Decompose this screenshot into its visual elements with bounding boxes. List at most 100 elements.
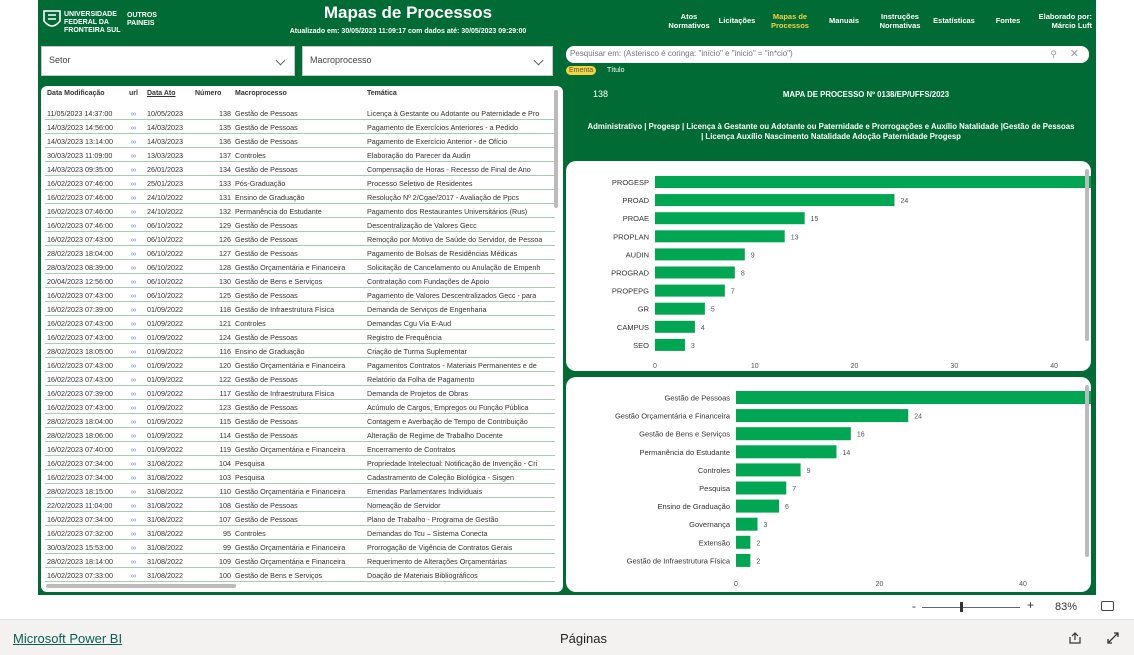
- bar[interactable]: [736, 409, 909, 423]
- bar[interactable]: [655, 248, 745, 261]
- bar[interactable]: [736, 499, 780, 513]
- share-icon[interactable]: [1068, 631, 1082, 645]
- bar[interactable]: [736, 481, 787, 495]
- nav-instrucoes-normativas[interactable]: Instruções Normativas: [876, 12, 924, 30]
- link-icon[interactable]: ∞: [131, 151, 145, 160]
- table-row[interactable]: 16/02/2023 07:34:00 ∞ 31/08/2022 107 Gestão …: [45, 512, 555, 526]
- chart-scrollbar[interactable]: [1085, 169, 1089, 341]
- bar[interactable]: [655, 266, 735, 279]
- table-row[interactable]: 16/02/2023 07:40:00 ∞ 01/09/2022 119 Gestão …: [45, 442, 555, 456]
- bar[interactable]: [655, 194, 895, 207]
- chart-scrollbar[interactable]: [1085, 385, 1089, 557]
- link-icon[interactable]: ∞: [131, 543, 145, 552]
- table-row[interactable]: 28/03/2023 08:39:00 ∞ 06/10/2022 128 Gestão …: [45, 260, 555, 274]
- close-icon[interactable]: ✕: [1070, 47, 1079, 60]
- link-icon[interactable]: ∞: [131, 431, 145, 440]
- link-icon[interactable]: ∞: [131, 333, 145, 342]
- bar[interactable]: [736, 463, 801, 477]
- link-icon[interactable]: ∞: [131, 375, 145, 384]
- bar[interactable]: [736, 391, 1091, 404]
- bar[interactable]: [655, 338, 685, 351]
- link-icon[interactable]: ∞: [131, 501, 145, 510]
- fit-to-page-icon[interactable]: [1101, 601, 1114, 611]
- bar[interactable]: [736, 553, 751, 567]
- ementa-toggle[interactable]: Ementa: [566, 66, 597, 75]
- table-row[interactable]: 20/04/2023 12:56:00 ∞ 06/10/2022 130 Gestão …: [45, 274, 555, 288]
- table-row[interactable]: 30/03/2023 15:53:00 ∞ 31/08/2022 99 Gestão O…: [45, 540, 555, 554]
- table-row[interactable]: 16/02/2023 07:46:00 ∞ 24/10/2022 132 Permanê…: [45, 204, 555, 218]
- col-header-numero[interactable]: Número: [195, 90, 221, 97]
- link-icon[interactable]: ∞: [131, 221, 145, 230]
- table-row[interactable]: 28/02/2023 18:06:00 ∞ 01/09/2022 114 Gestão …: [45, 428, 555, 442]
- table-row[interactable]: 16/02/2023 07:43:00 ∞ 01/09/2022 120 Gestão …: [45, 358, 555, 372]
- nav-licitacoes[interactable]: Licitações: [714, 16, 760, 25]
- bar[interactable]: [736, 445, 837, 459]
- link-icon[interactable]: ∞: [131, 529, 145, 538]
- link-icon[interactable]: ∞: [131, 417, 145, 426]
- table-row[interactable]: 14/03/2023 14:56:00 ∞ 14/03/2023 135 Gestão …: [45, 120, 555, 134]
- link-icon[interactable]: ∞: [131, 305, 145, 314]
- col-header-macroprocesso[interactable]: Macroprocesso: [235, 90, 287, 97]
- col-header-data-ato[interactable]: Data Ato: [147, 90, 176, 97]
- link-icon[interactable]: ∞: [131, 515, 145, 524]
- macroprocesso-dropdown[interactable]: Macroprocesso: [302, 46, 553, 76]
- link-icon[interactable]: ∞: [131, 277, 145, 286]
- nav-fontes[interactable]: Fontes: [990, 16, 1026, 25]
- table-row[interactable]: 11/05/2023 14:37:00 ∞ 10/05/2023 138 Gestão …: [45, 106, 555, 120]
- table-row[interactable]: 16/02/2023 07:43:00 ∞ 06/10/2022 126 Gestão …: [45, 232, 555, 246]
- link-icon[interactable]: ∞: [131, 123, 145, 132]
- vertical-scrollbar[interactable]: [554, 90, 558, 208]
- link-icon[interactable]: ∞: [131, 249, 145, 258]
- table-row[interactable]: 14/03/2023 09:35:00 ∞ 26/01/2023 134 Gestão …: [45, 162, 555, 176]
- powerbi-link[interactable]: Microsoft Power BI: [13, 631, 122, 646]
- link-icon[interactable]: ∞: [131, 193, 145, 202]
- link-icon[interactable]: ∞: [131, 473, 145, 482]
- link-icon[interactable]: ∞: [131, 445, 145, 454]
- link-icon[interactable]: ∞: [131, 459, 145, 468]
- table-row[interactable]: 28/02/2023 18:04:00 ∞ 01/09/2022 115 Gestão …: [45, 414, 555, 428]
- link-icon[interactable]: ∞: [131, 319, 145, 328]
- table-row[interactable]: 16/02/2023 07:39:00 ∞ 01/09/2022 118 Gestão …: [45, 302, 555, 316]
- table-row[interactable]: 30/03/2023 11:09:00 ∞ 13/03/2023 137 Control…: [45, 148, 555, 162]
- link-icon[interactable]: ∞: [131, 361, 145, 370]
- table-row[interactable]: 28/02/2023 18:05:00 ∞ 01/09/2022 116 Ensino …: [45, 344, 555, 358]
- table-row[interactable]: 16/02/2023 07:43:00 ∞ 06/10/2022 125 Gestão …: [45, 288, 555, 302]
- col-header-data-modificacao[interactable]: Data Modificação: [47, 90, 105, 97]
- zoom-out-button[interactable]: -: [912, 599, 916, 613]
- link-icon[interactable]: ∞: [131, 207, 145, 216]
- table-row[interactable]: 16/02/2023 07:34:00 ∞ 31/08/2022 103 Pesquis…: [45, 470, 555, 484]
- link-icon[interactable]: ∞: [131, 487, 145, 496]
- outros-paineis-link[interactable]: OUTROS PAINEIS: [127, 12, 161, 28]
- link-icon[interactable]: ∞: [131, 137, 145, 146]
- search-icon[interactable]: ⚲: [1050, 49, 1057, 60]
- horizontal-scrollbar[interactable]: [46, 584, 236, 588]
- table-row[interactable]: 16/02/2023 07:34:00 ∞ 31/08/2022 104 Pesquis…: [45, 456, 555, 470]
- titulo-toggle[interactable]: Título: [604, 66, 628, 75]
- bar[interactable]: [655, 302, 705, 315]
- table-row[interactable]: 28/02/2023 18:04:00 ∞ 06/10/2022 127 Gestão …: [45, 246, 555, 260]
- table-row[interactable]: 16/02/2023 07:33:00 ∞ 31/08/2022 100 Gestão …: [45, 568, 555, 582]
- table-row[interactable]: 16/02/2023 07:43:00 ∞ 01/09/2022 123 Gestão …: [45, 400, 555, 414]
- table-row[interactable]: 28/02/2023 18:15:00 ∞ 31/08/2022 110 Gestão …: [45, 484, 555, 498]
- link-icon[interactable]: ∞: [131, 347, 145, 356]
- link-icon[interactable]: ∞: [131, 403, 145, 412]
- table-row[interactable]: 16/02/2023 07:32:00 ∞ 31/08/2022 95 Controle…: [45, 526, 555, 540]
- nav-atos-normativos[interactable]: Atos Normativos: [668, 12, 710, 30]
- col-header-url[interactable]: url: [129, 90, 138, 97]
- table-row[interactable]: 16/02/2023 07:39:00 ∞ 01/09/2022 117 Gestão …: [45, 386, 555, 400]
- bar[interactable]: [655, 176, 1091, 188]
- zoom-in-button[interactable]: +: [1027, 598, 1034, 612]
- zoom-slider[interactable]: [922, 607, 1020, 608]
- bar[interactable]: [736, 517, 758, 531]
- table-row[interactable]: 16/02/2023 07:43:00 ∞ 01/09/2022 121 Control…: [45, 316, 555, 330]
- bar[interactable]: [655, 284, 725, 297]
- table-row[interactable]: 28/02/2023 18:14:00 ∞ 31/08/2022 109 Gestão …: [45, 554, 555, 568]
- nav-manuais[interactable]: Manuais: [824, 16, 864, 25]
- zoom-slider-thumb[interactable]: [960, 602, 963, 612]
- link-icon[interactable]: ∞: [131, 389, 145, 398]
- table-row[interactable]: 16/02/2023 07:46:00 ∞ 24/10/2022 131 Ensino …: [45, 190, 555, 204]
- link-icon[interactable]: ∞: [131, 263, 145, 272]
- col-header-tematica[interactable]: Temática: [367, 90, 397, 97]
- table-row[interactable]: 14/03/2023 13:14:00 ∞ 14/03/2023 136 Gestão …: [45, 134, 555, 148]
- table-row[interactable]: 16/02/2023 07:43:00 ∞ 01/09/2022 124 Gestão …: [45, 330, 555, 344]
